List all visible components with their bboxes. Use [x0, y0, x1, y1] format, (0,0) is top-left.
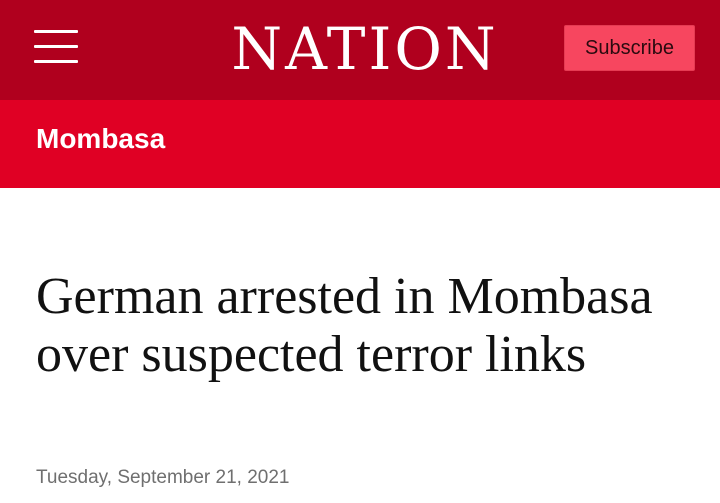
- article-date: Tuesday, September 21, 2021: [36, 467, 290, 488]
- subscribe-button[interactable]: Subscribe: [564, 25, 695, 71]
- article-headline: German arrested in Mombasa over suspecte…: [36, 268, 653, 383]
- hamburger-menu-icon[interactable]: [34, 30, 78, 64]
- site-logo[interactable]: NATION: [200, 14, 530, 84]
- menu-line-2: [34, 45, 78, 48]
- menu-line-1: [34, 30, 78, 33]
- section-label-mombasa[interactable]: Mombasa: [36, 122, 165, 156]
- top-header-bar: NATION Subscribe: [0, 0, 720, 100]
- menu-line-3: [34, 60, 78, 63]
